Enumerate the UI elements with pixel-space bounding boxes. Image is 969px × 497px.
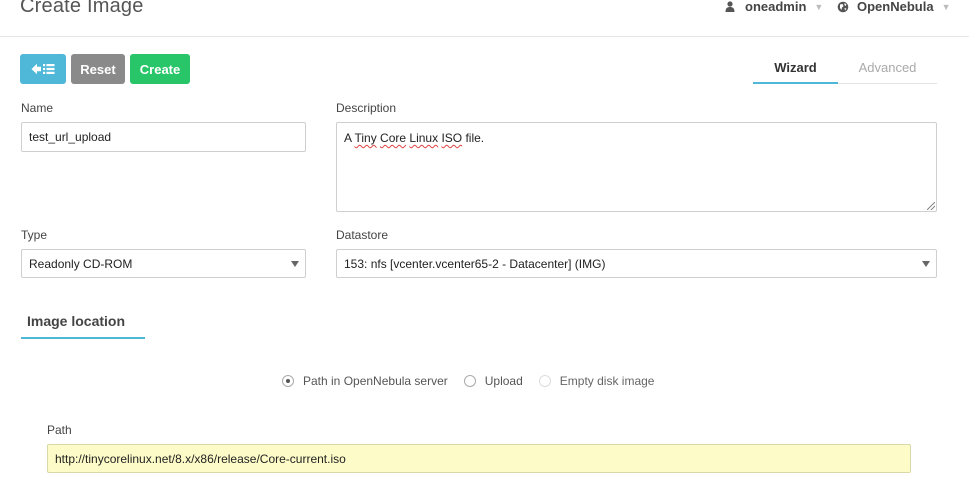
radio-path-label: Path in OpenNebula server xyxy=(303,374,448,388)
datastore-select-value: 153: nfs [vcenter.vcenter65-2 - Datacent… xyxy=(344,256,606,271)
radio-empty-disk-option: Empty disk image xyxy=(538,374,655,388)
user-name: oneadmin xyxy=(745,0,807,14)
description-label: Description xyxy=(336,101,397,115)
dropdown-arrow-icon xyxy=(922,260,930,267)
tab-wizard[interactable]: Wizard xyxy=(753,60,838,84)
radio-empty-disk xyxy=(538,375,551,387)
mode-tabs: Wizard Advanced xyxy=(753,60,937,84)
user-menu[interactable]: oneadmin ▼ xyxy=(725,0,823,14)
name-input[interactable]: test_url_upload xyxy=(21,122,306,152)
reset-button[interactable]: Reset xyxy=(71,54,125,84)
path-input[interactable]: http://tinycorelinux.net/8.x/x86/release… xyxy=(47,444,911,473)
arrow-left-list-icon xyxy=(31,63,55,75)
chevron-down-icon: ▼ xyxy=(941,1,951,12)
radio-path-option[interactable]: Path in OpenNebula server xyxy=(282,374,448,388)
name-input-value: test_url_upload xyxy=(29,130,112,144)
resize-grip-icon[interactable] xyxy=(927,202,935,210)
back-to-list-button[interactable] xyxy=(20,54,66,84)
datastore-label: Datastore xyxy=(336,228,389,242)
radio-upload[interactable] xyxy=(463,375,476,387)
path-input-value: http://tinycorelinux.net/8.x/x86/release… xyxy=(55,451,346,466)
tab-advanced[interactable]: Advanced xyxy=(838,60,937,84)
zone-menu[interactable]: OpenNebula ▼ xyxy=(837,0,951,14)
globe-icon xyxy=(837,1,849,12)
type-label: Type xyxy=(21,228,48,242)
zone-name: OpenNebula xyxy=(857,0,934,14)
image-source-radio-group: Path in OpenNebula server Upload Empty d… xyxy=(282,374,670,388)
description-textarea[interactable]: A Tiny Core Linux ISO file. xyxy=(336,122,937,212)
user-icon xyxy=(725,1,735,12)
path-label: Path xyxy=(47,423,72,437)
radio-path[interactable] xyxy=(282,375,294,387)
page-title: Create Image xyxy=(20,0,144,17)
dropdown-arrow-icon xyxy=(291,260,299,267)
top-bar: Create Image oneadmin ▼ OpenNebula ▼ xyxy=(0,0,969,37)
create-button[interactable]: Create xyxy=(130,54,190,84)
radio-upload-option[interactable]: Upload xyxy=(463,374,523,388)
description-text: A Tiny Core Linux ISO file. xyxy=(344,131,485,145)
name-label: Name xyxy=(21,101,54,115)
chevron-down-icon: ▼ xyxy=(814,1,824,12)
type-select[interactable]: Readonly CD-ROM xyxy=(21,249,306,278)
radio-empty-disk-label: Empty disk image xyxy=(559,374,655,388)
radio-upload-label: Upload xyxy=(484,374,523,388)
image-location-tab[interactable]: Image location xyxy=(21,313,145,339)
type-select-value: Readonly CD-ROM xyxy=(29,256,133,271)
datastore-select[interactable]: 153: nfs [vcenter.vcenter65-2 - Datacent… xyxy=(336,249,937,278)
